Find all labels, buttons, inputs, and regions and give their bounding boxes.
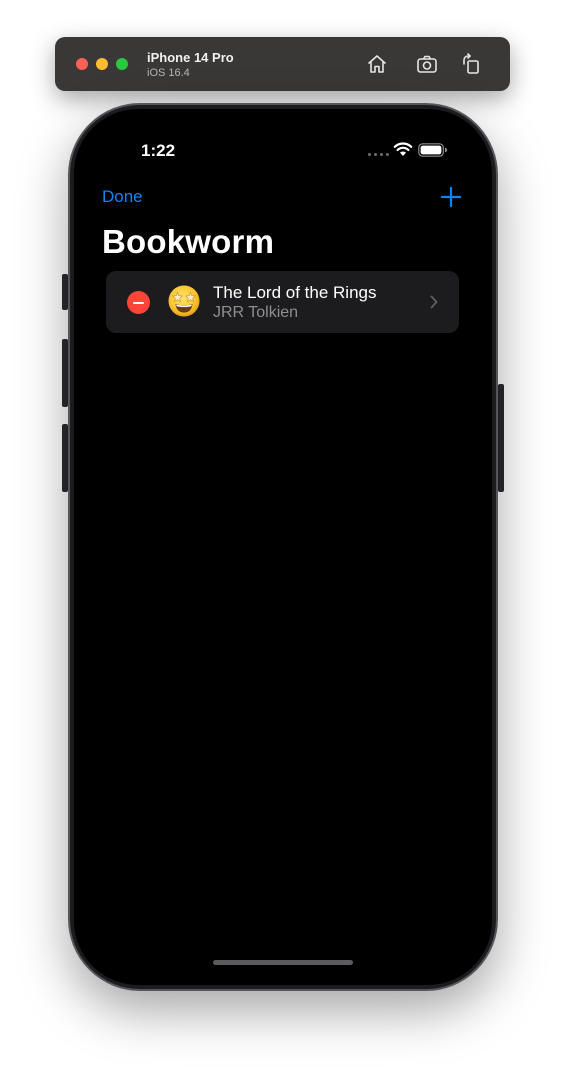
minimize-window-button[interactable] — [96, 58, 108, 70]
os-version: iOS 16.4 — [147, 67, 190, 79]
home-indicator[interactable] — [213, 960, 353, 965]
chevron-right-icon — [430, 295, 438, 309]
simulator-title-bar: iPhone 14 Pro iOS 16.4 — [55, 37, 510, 91]
list-item[interactable]: The Lord of the Rings JRR Tolkien — [106, 271, 459, 333]
power-button — [498, 384, 504, 492]
plus-icon[interactable] — [438, 184, 464, 210]
zoom-window-button[interactable] — [116, 58, 128, 70]
home-icon[interactable] — [365, 52, 389, 76]
status-time: 1:22 — [141, 141, 176, 160]
star-struck-emoji-icon — [168, 285, 200, 317]
done-button[interactable]: Done — [102, 187, 143, 207]
delete-control-icon[interactable] — [127, 291, 150, 314]
book-title: The Lord of the Rings — [213, 283, 377, 302]
book-author: JRR Tolkien — [213, 304, 299, 321]
cellular-signal-icon — [368, 153, 390, 157]
phone-screen: 1:22 Done Bookworm The Lord of the Rings… — [74, 109, 492, 985]
battery-icon — [418, 143, 448, 157]
device-name: iPhone 14 Pro — [147, 50, 234, 65]
screenshot-icon[interactable] — [415, 52, 439, 76]
wifi-icon — [393, 142, 413, 156]
rotate-icon[interactable] — [459, 52, 483, 76]
close-window-button[interactable] — [76, 58, 88, 70]
page-title: Bookworm — [102, 223, 275, 260]
